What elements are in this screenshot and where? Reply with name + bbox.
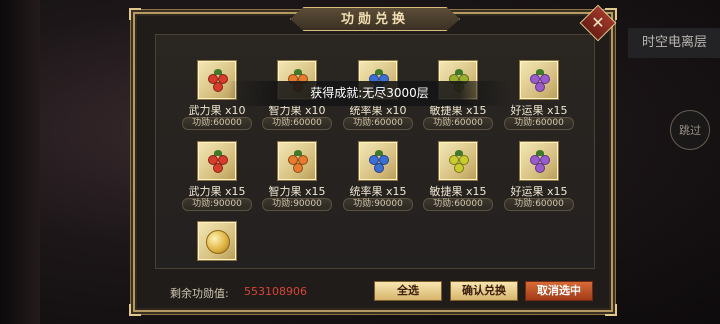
yellow-fruit-icon	[447, 150, 471, 174]
item-name: 统率果 x15	[349, 185, 407, 198]
blue-fruit-icon	[367, 150, 391, 174]
item-cost: 功勋:90000	[182, 198, 252, 211]
item-cost: 功勋:60000	[262, 117, 332, 130]
item-icon-box	[197, 221, 237, 261]
exchange-item[interactable]: 武力果 x15 功勋:90000	[177, 141, 257, 211]
item-cost: 功勋:60000	[343, 117, 413, 130]
background-left-strip	[0, 0, 40, 324]
item-icon-box	[519, 60, 559, 100]
item-icon-box	[519, 141, 559, 181]
red-fruit-icon	[206, 69, 230, 93]
exchange-item[interactable]: 统率果 x15 功勋:90000	[338, 141, 418, 211]
red-fruit-icon	[206, 150, 230, 174]
item-cost: 功勋:90000	[343, 198, 413, 211]
item-name: 好运果 x15	[510, 104, 568, 117]
item-icon-box	[197, 141, 237, 181]
item-cost: 功勋:60000	[423, 198, 493, 211]
panel-corner	[129, 8, 141, 20]
item-name: 好运果 x15	[510, 185, 568, 198]
exchange-item[interactable]: 敏捷果 x15 功勋:60000	[418, 141, 498, 211]
purple-fruit-icon	[528, 150, 552, 174]
item-cost: 功勋:60000	[504, 117, 574, 130]
remaining-merit-value: 553108906	[244, 285, 307, 298]
exchange-item[interactable]: 好运果 x15 功勋:60000	[499, 60, 579, 130]
item-cost: 功勋:60000	[504, 198, 574, 211]
close-x-icon: ✕	[591, 13, 605, 32]
item-name: 敏捷果 x15	[429, 185, 487, 198]
skip-button[interactable]: 跳过	[670, 110, 710, 150]
exchange-item[interactable]: 好运果 x15 功勋:60000	[499, 141, 579, 211]
item-icon-box	[277, 141, 317, 181]
item-cost: 功勋:60000	[182, 117, 252, 130]
cancel-selection-button[interactable]: 取消选中	[525, 281, 593, 301]
select-all-button[interactable]: 全选	[374, 281, 442, 301]
panel-title: 功勋兑换	[290, 7, 460, 31]
item-icon-box	[438, 141, 478, 181]
panel-corner	[129, 304, 141, 316]
item-name: 智力果 x15	[268, 185, 326, 198]
item-cost: 功勋:60000	[423, 117, 493, 130]
achievement-toast: 获得成就:无尽3000层	[228, 81, 511, 106]
side-location-label: 时空电离层	[628, 28, 720, 58]
panel-corner	[605, 304, 617, 316]
item-cost: 功勋:90000	[262, 198, 332, 211]
item-icon-box	[358, 141, 398, 181]
exchange-item[interactable]	[177, 221, 257, 291]
exchange-item[interactable]: 智力果 x15 功勋:90000	[257, 141, 337, 211]
confirm-exchange-button[interactable]: 确认兑换	[450, 281, 518, 301]
purple-fruit-icon	[528, 69, 552, 93]
orange-fruit-icon	[286, 150, 310, 174]
gold-coin-icon	[206, 230, 230, 254]
remaining-merit-label: 剩余功勋值:	[170, 287, 229, 300]
item-name: 武力果 x15	[188, 185, 246, 198]
